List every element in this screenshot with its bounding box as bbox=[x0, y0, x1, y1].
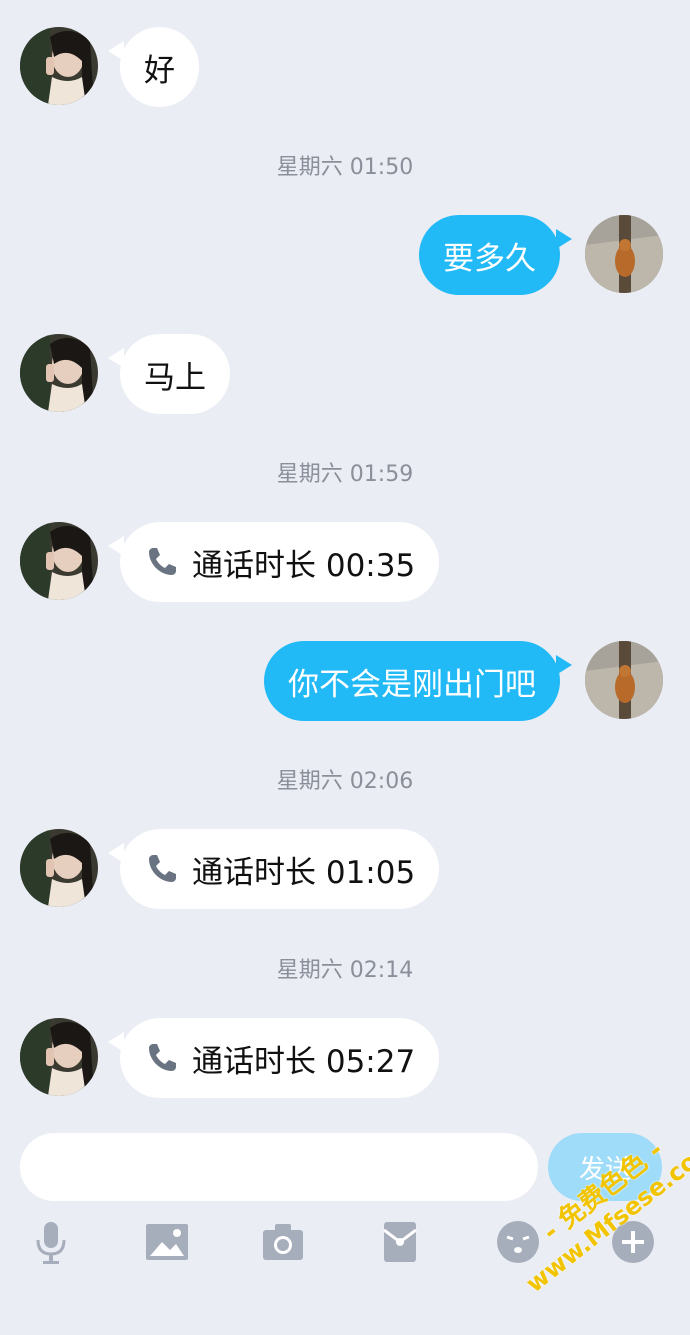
red-packet-icon[interactable] bbox=[376, 1218, 424, 1266]
phone-icon bbox=[144, 851, 180, 887]
contact-avatar[interactable] bbox=[20, 522, 98, 600]
contact-avatar[interactable] bbox=[20, 27, 98, 105]
call-record-bubble[interactable]: 通话时长 01:05 bbox=[107, 829, 440, 909]
message-timestamp: 星期六 02:14 bbox=[276, 958, 414, 983]
message-row: 通话时长 00:35 bbox=[0, 522, 690, 602]
incoming-message-bubble[interactable]: 好 bbox=[108, 27, 199, 107]
message-timestamp: 星期六 01:59 bbox=[276, 462, 414, 487]
message-row: 好 bbox=[0, 27, 690, 107]
camera-icon[interactable] bbox=[259, 1218, 307, 1266]
message-row: 通话时长 05:27 bbox=[0, 1018, 690, 1098]
call-duration-text: 通话时长 05:27 bbox=[192, 1043, 416, 1080]
outgoing-message-bubble[interactable]: 你不会是刚出门吧 bbox=[264, 641, 572, 721]
outgoing-message-bubble[interactable]: 要多久 bbox=[419, 215, 572, 295]
image-icon[interactable] bbox=[143, 1218, 191, 1266]
incoming-message-bubble[interactable]: 马上 bbox=[108, 334, 230, 414]
message-timestamp: 星期六 02:06 bbox=[276, 769, 414, 794]
emoji-icon[interactable] bbox=[494, 1218, 542, 1266]
message-row: 要多久 bbox=[0, 215, 690, 295]
send-button[interactable]: 发送 bbox=[548, 1133, 662, 1201]
contact-avatar[interactable] bbox=[20, 334, 98, 412]
call-duration-text: 通话时长 01:05 bbox=[192, 854, 416, 891]
message-text: 你不会是刚出门吧 bbox=[288, 666, 536, 703]
message-timestamp: 星期六 01:50 bbox=[276, 155, 414, 180]
message-input[interactable] bbox=[20, 1133, 538, 1201]
message-text: 好 bbox=[144, 52, 175, 89]
message-row: 马上 bbox=[0, 334, 690, 414]
user-avatar[interactable] bbox=[585, 215, 663, 293]
plus-icon[interactable] bbox=[609, 1218, 657, 1266]
contact-avatar[interactable] bbox=[20, 1018, 98, 1096]
message-row: 通话时长 01:05 bbox=[0, 829, 690, 909]
phone-icon bbox=[144, 544, 180, 580]
message-row: 你不会是刚出门吧 bbox=[0, 641, 690, 721]
call-record-bubble[interactable]: 通话时长 05:27 bbox=[107, 1018, 440, 1098]
contact-avatar[interactable] bbox=[20, 829, 98, 907]
call-duration-text: 通话时长 00:35 bbox=[192, 547, 416, 584]
user-avatar[interactable] bbox=[585, 641, 663, 719]
call-record-bubble[interactable]: 通话时长 00:35 bbox=[107, 522, 440, 602]
message-text: 要多久 bbox=[443, 240, 536, 277]
message-text: 马上 bbox=[144, 359, 206, 396]
phone-icon bbox=[144, 1040, 180, 1076]
microphone-icon[interactable] bbox=[27, 1218, 75, 1266]
